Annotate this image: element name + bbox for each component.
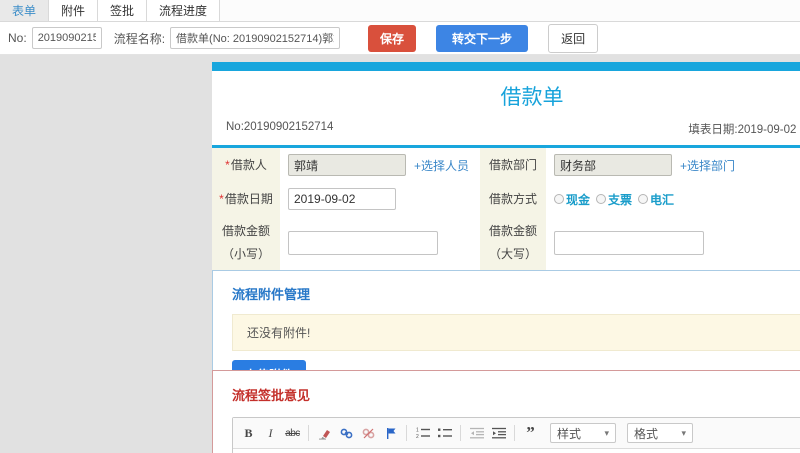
- ordered-list-icon[interactable]: 12: [414, 425, 431, 441]
- bold-icon[interactable]: B: [240, 425, 257, 441]
- form-info-row: No:20190902152714 填表日期:2019-09-02 15:27:…: [212, 119, 800, 145]
- forward-next-step-button[interactable]: 转交下一步: [436, 24, 529, 52]
- flow-name-input[interactable]: [170, 27, 341, 49]
- loan-date-field: [280, 182, 480, 216]
- amount-big-field: [546, 216, 800, 270]
- select-person-link[interactable]: +选择人员: [414, 157, 469, 174]
- svg-text:1: 1: [416, 428, 419, 434]
- format-dropdown[interactable]: 格式 ▾: [627, 423, 693, 443]
- dept-label: 借款部门: [480, 148, 546, 182]
- svg-text:2: 2: [416, 434, 419, 439]
- blockquote-icon[interactable]: ”: [522, 424, 539, 441]
- anchor-flag-icon[interactable]: [382, 425, 399, 441]
- back-button[interactable]: 返回: [548, 23, 599, 53]
- amount-small-field: [280, 216, 480, 270]
- tab-form[interactable]: 表单: [0, 0, 50, 21]
- tab-bar: 表单 附件 签批 流程进度: [0, 0, 800, 22]
- unordered-list-icon[interactable]: [436, 425, 453, 441]
- loan-method-label: 借款方式: [480, 182, 546, 216]
- link-icon[interactable]: [338, 425, 355, 441]
- tab-process-progress[interactable]: 流程进度: [147, 0, 221, 21]
- approval-title: 流程签批意见: [232, 388, 311, 403]
- tab-approval[interactable]: 签批: [98, 0, 148, 21]
- chevron-down-icon: ▾: [604, 427, 609, 438]
- dept-field: +选择部门: [546, 148, 800, 182]
- unlink-icon[interactable]: [360, 425, 377, 441]
- save-button[interactable]: 保存: [368, 24, 417, 52]
- approval-panel: 流程签批意见 B I abc 1 2 ” 样式 ▾ 格式 ▾: [212, 370, 800, 453]
- borrower-field: +选择人员: [280, 148, 480, 182]
- toolbar-separator: [460, 425, 461, 441]
- no-attachments-alert: 还没有附件!: [232, 314, 800, 351]
- editor-content-area[interactable]: [233, 449, 800, 453]
- radio-cheque[interactable]: 支票: [596, 191, 632, 208]
- indent-icon[interactable]: [490, 425, 507, 441]
- amount-big-label: 借款金额（大写）: [480, 216, 546, 270]
- loan-method-field: 现金 支票 电汇: [546, 182, 800, 216]
- radio-icon: [638, 194, 649, 204]
- loan-date-input[interactable]: [288, 188, 396, 210]
- rich-text-editor: B I abc 1 2 ” 样式 ▾ 格式 ▾: [232, 417, 800, 453]
- toolbar-separator: [308, 425, 309, 441]
- strikethrough-icon[interactable]: abc: [284, 425, 301, 441]
- editor-toolbar: B I abc 1 2 ” 样式 ▾ 格式 ▾: [233, 418, 800, 449]
- radio-icon: [596, 194, 607, 204]
- radio-cash[interactable]: 现金: [554, 191, 590, 208]
- italic-icon[interactable]: I: [262, 425, 279, 441]
- amount-small-label: 借款金额（小写）: [212, 216, 280, 270]
- no-input[interactable]: [31, 27, 102, 49]
- amount-small-input[interactable]: [288, 230, 438, 255]
- radio-wire-transfer[interactable]: 电汇: [638, 191, 674, 208]
- borrower-input[interactable]: [288, 154, 406, 176]
- toolbar-separator: [406, 425, 407, 441]
- fill-date: 填表日期:2019-09-02 15:27:1: [688, 124, 800, 136]
- style-dropdown[interactable]: 样式 ▾: [550, 423, 616, 443]
- doc-number: No:20190902152714: [226, 121, 334, 133]
- tab-attachments[interactable]: 附件: [49, 0, 99, 21]
- form-title: 借款单: [500, 86, 564, 109]
- chevron-down-icon: ▾: [681, 427, 686, 438]
- amount-big-input[interactable]: [554, 230, 704, 255]
- radio-icon: [554, 194, 564, 204]
- toolbar-separator: [514, 425, 515, 441]
- borrower-label: *借款人: [212, 148, 280, 182]
- remove-format-icon[interactable]: [316, 425, 333, 441]
- required-marker: *: [219, 191, 224, 206]
- no-label: No:: [8, 31, 27, 45]
- toolbar: No: 流程名称: 保存 转交下一步 返回: [0, 22, 800, 55]
- outdent-icon[interactable]: [468, 425, 485, 441]
- flow-name-label: 流程名称:: [113, 31, 166, 46]
- required-marker: *: [225, 157, 230, 172]
- attachments-title: 流程附件管理: [232, 287, 311, 302]
- panel-top-accent-bar: [212, 62, 800, 71]
- select-dept-link[interactable]: +选择部门: [680, 157, 735, 174]
- dept-input[interactable]: [554, 154, 672, 176]
- work-area: 借款单 No:20190902152714 填表日期:2019-09-02 15…: [0, 55, 800, 453]
- screen: 表单 附件 签批 流程进度 No: 流程名称: 保存 转交下一步 返回 借款单 …: [0, 0, 800, 453]
- loan-date-label: *借款日期: [212, 182, 280, 216]
